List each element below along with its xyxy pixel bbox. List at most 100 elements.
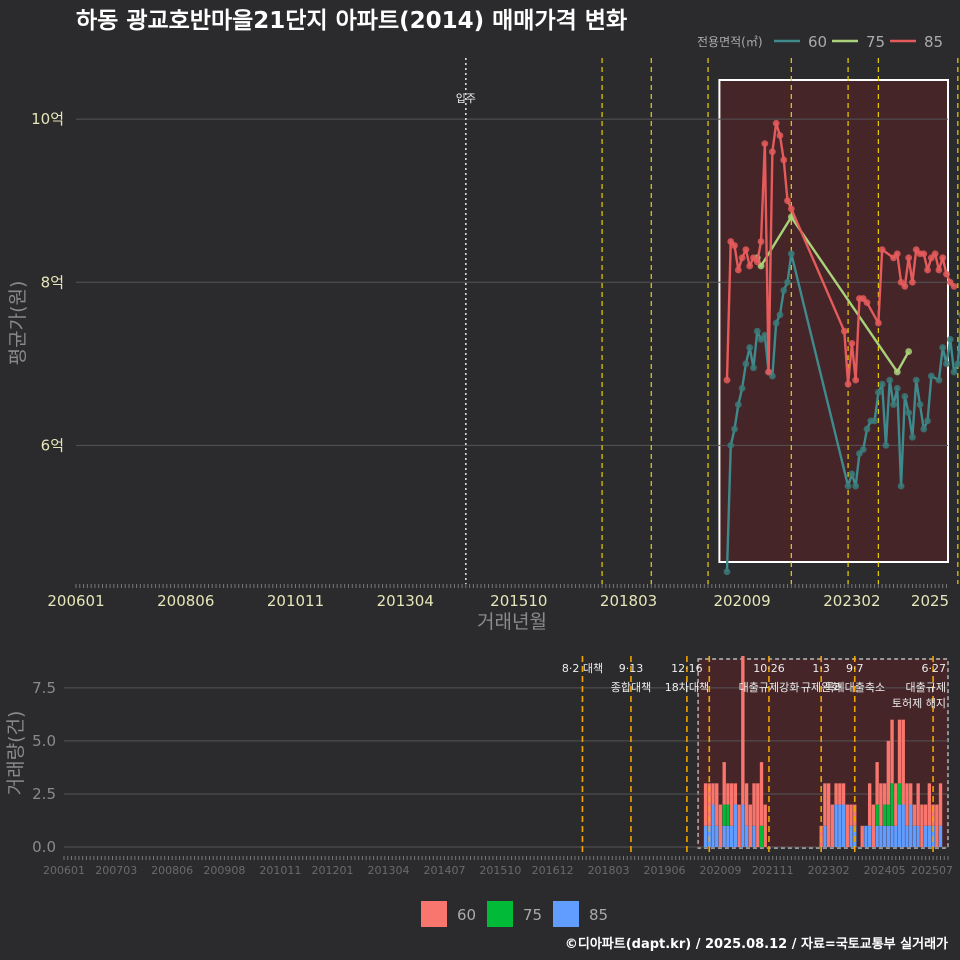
volume-bar-60: [886, 740, 890, 805]
volume-x-tick-label: 200703: [95, 864, 137, 877]
volume-bar-60: [726, 783, 730, 805]
volume-bar-85: [722, 825, 726, 847]
volume-y-tick-label: 0.0: [32, 838, 56, 856]
volume-bar-85: [890, 825, 894, 847]
data-point-60: [852, 482, 860, 490]
y-tick-label: 6억: [41, 436, 64, 454]
x-tick-label: 200601: [47, 592, 104, 610]
volume-bar-85: [752, 825, 756, 847]
volume-bar-60: [938, 783, 943, 826]
volume-event-label: 10·26: [753, 662, 785, 675]
data-point-60: [844, 482, 852, 490]
data-point-85: [765, 368, 773, 376]
volume-bar-60: [834, 783, 838, 805]
data-point-85: [920, 250, 928, 258]
volume-legend-label-75: 75: [523, 906, 542, 924]
volume-bar-75: [759, 825, 764, 847]
data-point-60: [874, 388, 882, 396]
price-legend: 전용면적(㎡) 60 75 85: [697, 33, 943, 51]
data-point-85: [844, 380, 852, 388]
volume-bar-85: [923, 825, 928, 847]
data-point-60: [939, 344, 947, 351]
data-point-85: [753, 258, 761, 266]
price-panel: 6억 8억 10억 200601 200806 201011 201304 201510 201…: [31, 58, 960, 610]
volume-x-tick-label: 201304: [368, 864, 410, 877]
volume-x-tick-label: 202302: [808, 864, 850, 877]
volume-bar-75: [722, 804, 726, 826]
volume-bar-60: [722, 762, 726, 805]
chart-title: 하동 광교호반마을21단지 아파트(2014) 매매가격 변화: [76, 8, 627, 34]
data-point-60: [780, 287, 788, 294]
volume-legend-key-85: [553, 901, 579, 927]
volume-bar-60: [737, 804, 741, 847]
volume-x-tick-label: 202009: [699, 864, 741, 877]
data-point-85: [772, 119, 780, 127]
data-point-75: [905, 348, 913, 355]
volume-bar-60: [897, 719, 902, 784]
data-point-60: [893, 384, 901, 392]
move-in-label: 입주: [456, 92, 476, 105]
volume-bar-85: [834, 804, 838, 847]
volume-bar-75: [886, 804, 890, 826]
data-point-60: [723, 568, 731, 576]
data-point-60: [878, 380, 886, 388]
volume-bar-85: [838, 804, 842, 847]
volume-x-tick-label: 201612: [532, 864, 574, 877]
volume-bar-60: [912, 804, 917, 826]
data-point-60: [920, 425, 928, 433]
volume-bar-60: [867, 783, 872, 826]
volume-bar-85: [864, 825, 868, 847]
volume-bar-85: [711, 804, 715, 847]
volume-legend: 60 75 85: [421, 901, 608, 927]
volume-bar-85: [744, 825, 749, 847]
data-point-85: [742, 246, 750, 254]
volume-bar-60: [845, 804, 849, 847]
volume-bar-85: [823, 825, 827, 847]
volume-bar-60: [711, 783, 715, 805]
volume-y-tick-label: 7.5: [32, 679, 56, 697]
data-point-85: [738, 254, 746, 262]
volume-event-label: 6·27: [922, 662, 947, 675]
legend-label-85: 85: [924, 33, 943, 51]
volume-event-label: 종합대책: [611, 681, 651, 694]
volume-bar-60: [718, 804, 723, 847]
data-point-60: [905, 409, 913, 417]
volume-bar-85: [849, 825, 853, 847]
volume-bar-60: [744, 783, 749, 826]
volume-x-tick-label: 202111: [752, 864, 794, 877]
data-point-60: [731, 425, 738, 433]
volume-event-label: 9·13: [619, 662, 644, 675]
volume-bar-60: [927, 783, 932, 826]
data-point-60: [742, 360, 750, 368]
data-point-60: [753, 327, 761, 335]
volume-x-tick-label: 201011: [259, 864, 301, 877]
volume-bar-75: [726, 804, 730, 826]
volume-bar-60: [715, 783, 719, 826]
data-point-60: [882, 441, 890, 449]
data-point-60: [901, 393, 909, 400]
volume-x-tick-label: 201407: [423, 864, 465, 877]
data-point-85: [924, 266, 931, 274]
data-point-85: [746, 262, 754, 270]
volume-bar-60: [849, 804, 853, 826]
volume-legend-key-75: [487, 901, 513, 927]
volume-bar-60: [826, 783, 831, 847]
volume-bar-60: [733, 783, 738, 805]
data-point-60: [946, 335, 954, 343]
x-axis-title: 거래년월: [477, 611, 547, 633]
volume-x-tick-label: 201201: [312, 864, 354, 877]
volume-bar-60: [830, 804, 835, 847]
volume-bar-85: [729, 825, 734, 847]
data-point-60: [943, 360, 950, 368]
volume-bar-60: [759, 762, 764, 826]
data-point-85: [935, 266, 943, 274]
volume-bar-85: [927, 825, 932, 847]
x-tick-label: 202009: [713, 592, 770, 610]
volume-x-tick-label: 200908: [203, 864, 245, 877]
volume-bar-60: [703, 783, 708, 826]
volume-bar-60: [890, 719, 894, 784]
x-tick-label: 200806: [157, 592, 214, 610]
x-tick-label: 2025: [911, 592, 949, 610]
volume-event-label: 8·2 대책: [562, 662, 603, 675]
volume-x-tick-label: 201803: [588, 864, 630, 877]
